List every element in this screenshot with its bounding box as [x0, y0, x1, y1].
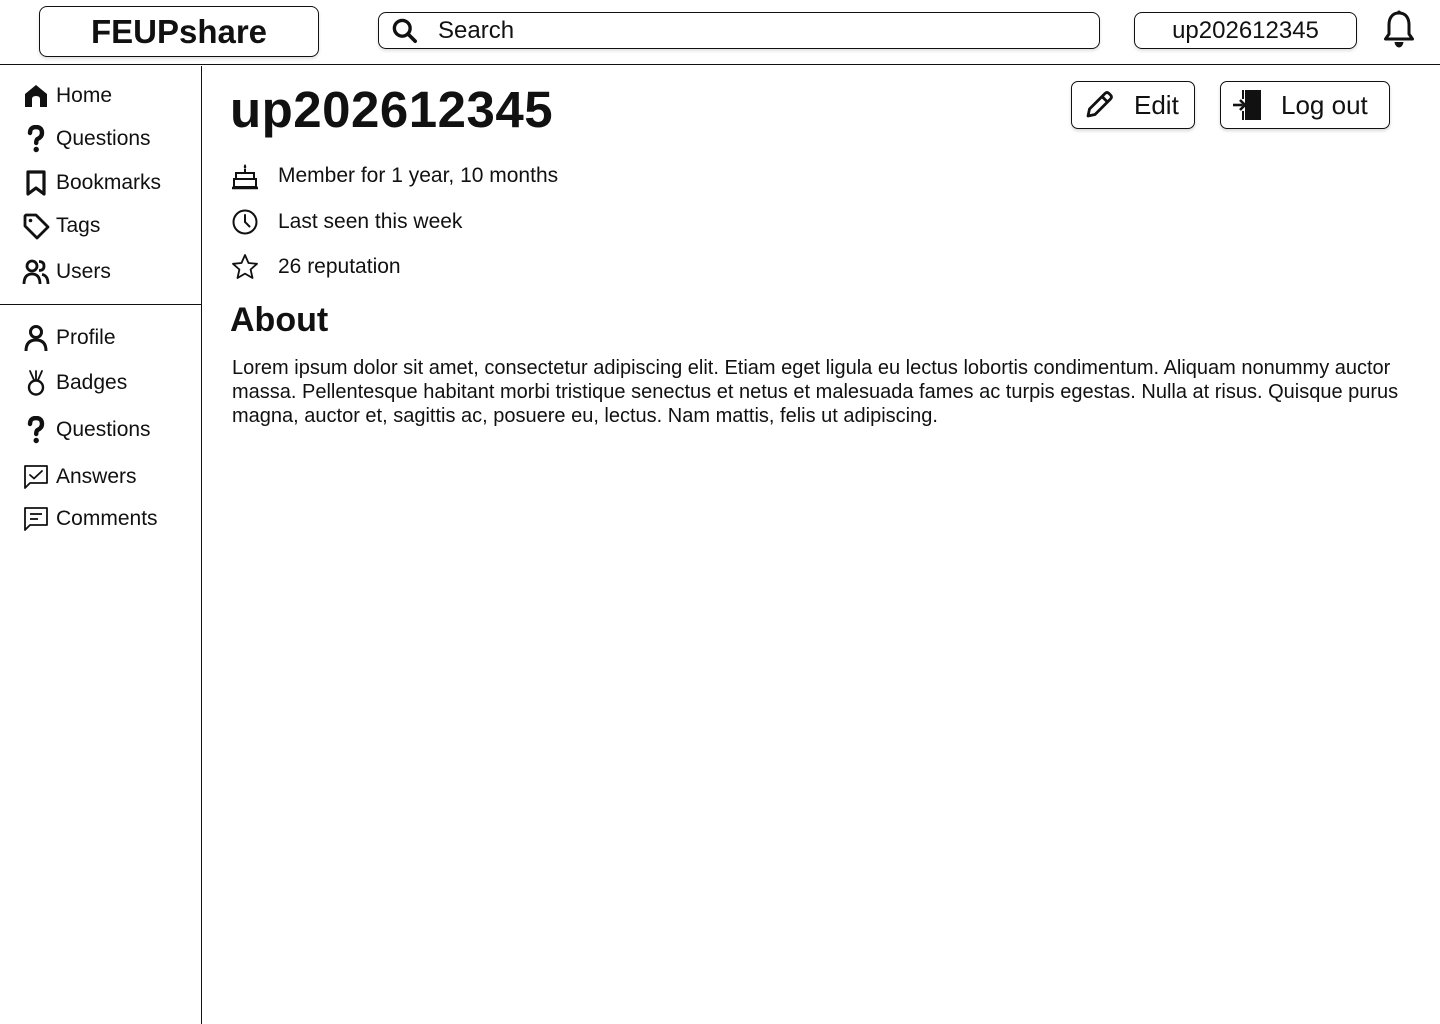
search-icon — [392, 18, 417, 43]
user-menu-button[interactable]: up202612345 — [1134, 12, 1357, 49]
about-heading: About — [230, 301, 329, 339]
logo[interactable]: FEUPshare — [39, 6, 319, 57]
sidebar-divider — [0, 304, 202, 305]
tag-icon — [20, 210, 52, 242]
question-mark-icon — [20, 123, 52, 155]
edit-button-label: Edit — [1134, 89, 1179, 120]
last-seen-text: Last seen this week — [278, 210, 463, 233]
sidebar-item-questions[interactable]: Questions — [20, 122, 151, 156]
member-since-text: Member for 1 year, 10 months — [278, 164, 559, 187]
top-bar-divider — [0, 64, 1440, 65]
sidebar-item-badges[interactable]: Badges — [20, 366, 127, 400]
bookmark-icon — [20, 167, 52, 199]
answer-check-icon — [20, 461, 52, 493]
medal-icon — [20, 367, 52, 399]
profile-username: up202612345 — [230, 81, 554, 138]
pencil-icon — [1086, 91, 1113, 118]
sidebar-item-home[interactable]: Home — [20, 79, 112, 113]
sidebar-item-comments[interactable]: Comments — [20, 502, 158, 536]
sidebar-item-label: Bookmarks — [56, 171, 162, 194]
sidebar-item-label: Questions — [56, 127, 151, 150]
edit-button[interactable]: Edit — [1071, 81, 1195, 129]
sidebar-item-tags[interactable]: Tags — [20, 209, 100, 243]
search-bar[interactable] — [378, 12, 1100, 49]
sidebar-item-label: Comments — [56, 507, 158, 530]
bell-icon[interactable] — [1381, 10, 1417, 50]
person-icon — [20, 322, 52, 354]
page: FEUPshare up202612345 Home — [0, 0, 1440, 1024]
sidebar-item-label: Badges — [56, 371, 128, 394]
users-icon — [20, 256, 52, 288]
star-icon — [230, 252, 260, 282]
sidebar: Home Questions Bookmarks Tags Users Prof… — [0, 66, 202, 1024]
logout-button[interactable]: Log out — [1220, 81, 1390, 129]
about-text: Lorem ipsum dolor sit amet, consectetur … — [232, 357, 1399, 427]
profile-main: up202612345 Edit Log out Member for 1 ye… — [203, 66, 1440, 1024]
sidebar-item-label: Profile — [56, 326, 116, 349]
sidebar-item-profile[interactable]: Profile — [20, 321, 116, 355]
last-seen-stat: Last seen this week — [230, 205, 462, 239]
sidebar-item-bookmarks[interactable]: Bookmarks — [20, 166, 161, 200]
logout-icon — [1233, 90, 1261, 120]
reputation-text: 26 reputation — [278, 255, 401, 278]
sidebar-item-label: Users — [56, 260, 111, 283]
sidebar-item-label: Questions — [56, 418, 151, 441]
top-bar: FEUPshare up202612345 — [0, 0, 1440, 66]
comment-icon — [20, 503, 52, 535]
sidebar-item-my-questions[interactable]: Questions — [20, 413, 151, 447]
logout-button-label: Log out — [1281, 89, 1368, 120]
sidebar-item-label: Tags — [56, 214, 101, 237]
member-since-stat: Member for 1 year, 10 months — [230, 159, 558, 193]
question-mark-icon — [20, 414, 52, 446]
reputation-stat: 26 reputation — [230, 250, 401, 284]
sidebar-item-answers[interactable]: Answers — [20, 460, 137, 494]
sidebar-item-label: Home — [56, 84, 113, 107]
home-icon — [20, 80, 52, 112]
cake-icon — [230, 161, 260, 191]
sidebar-item-label: Answers — [56, 465, 137, 488]
sidebar-item-users[interactable]: Users — [20, 255, 111, 289]
clock-icon — [230, 207, 260, 237]
search-input[interactable] — [438, 16, 1058, 45]
